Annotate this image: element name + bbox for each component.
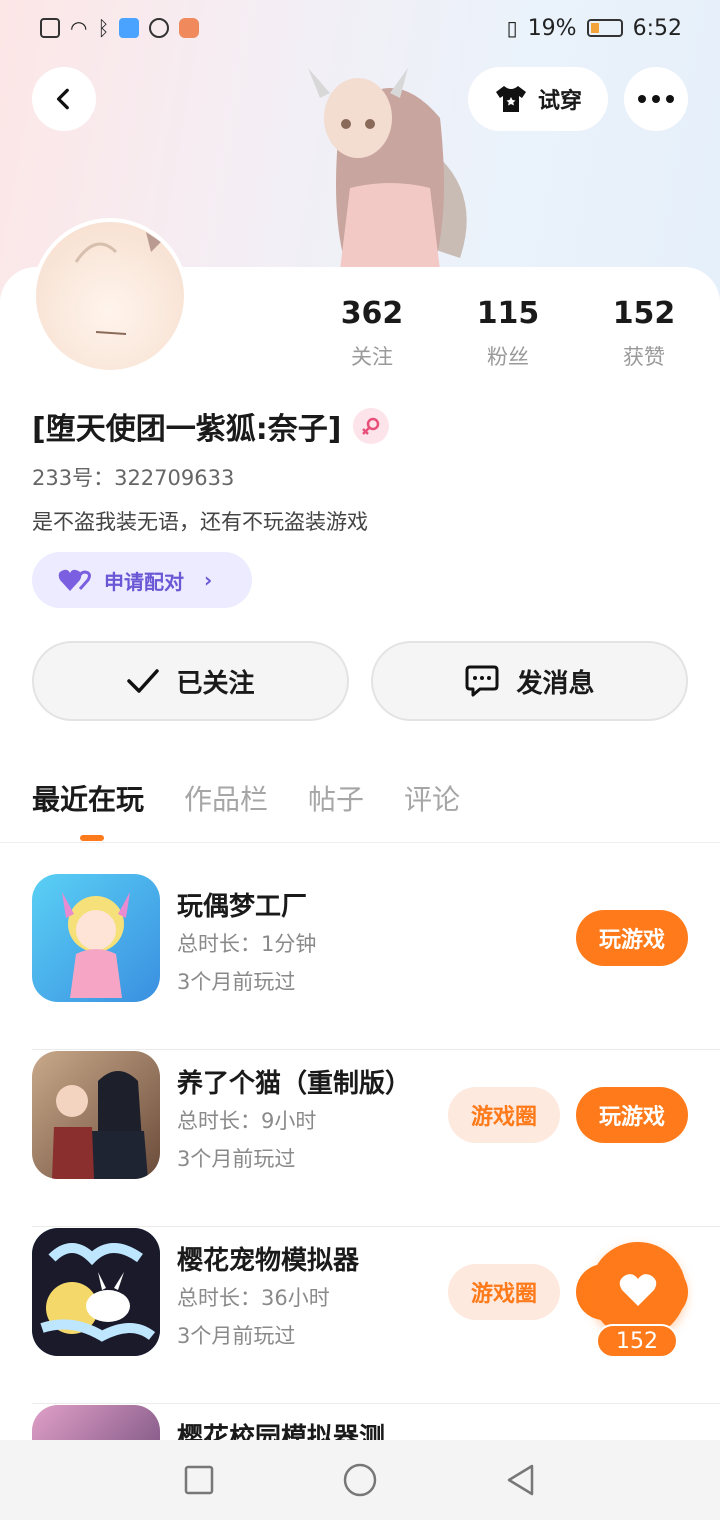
list-item[interactable]: 玩偶梦工厂 总时长：1分钟 3个月前玩过 玩游戏 xyxy=(32,874,720,1050)
status-bar: ◠ ᛒ ▯ 19% 6:52 xyxy=(0,0,720,56)
recent-apps-icon[interactable] xyxy=(183,1464,215,1496)
apply-pair-label: 申请配对 xyxy=(104,569,184,594)
game-last-played: 3个月前玩过 xyxy=(177,970,296,994)
home-icon[interactable] xyxy=(342,1462,378,1498)
game-icon xyxy=(32,874,160,1002)
alert-icon xyxy=(40,18,60,38)
heart-icon xyxy=(619,1274,657,1306)
user-id: 233号：322709633 xyxy=(32,466,235,490)
stat-label: 关注 xyxy=(351,345,393,369)
avatar[interactable] xyxy=(32,218,188,374)
divider xyxy=(32,1049,720,1050)
check-icon xyxy=(127,669,160,693)
user-bio: 是不盗我装无语，还有不玩盗装游戏 xyxy=(32,510,368,534)
game-circle-button[interactable]: 游戏圈 xyxy=(448,1264,560,1320)
app-icon xyxy=(149,18,170,38)
vibrate-icon: ▯ xyxy=(506,16,518,40)
back-button[interactable] xyxy=(32,67,96,131)
game-duration: 总时长：1分钟 xyxy=(177,932,317,956)
tab-comments[interactable]: 评论 xyxy=(404,778,460,818)
stat-value: 362 xyxy=(340,296,404,331)
more-icon xyxy=(638,95,646,103)
wifi-icon: ◠ xyxy=(70,16,88,40)
game-title: 养了个猫（重制版） xyxy=(177,1069,412,1099)
divider xyxy=(32,1403,720,1404)
game-title: 樱花宠物模拟器 xyxy=(177,1246,360,1276)
status-right: ▯ 19% 6:52 xyxy=(507,16,682,41)
tab-works[interactable]: 作品栏 xyxy=(184,778,268,818)
tab-posts[interactable]: 帖子 xyxy=(308,778,364,818)
game-last-played: 3个月前玩过 xyxy=(177,1147,296,1171)
active-tab-indicator xyxy=(80,835,104,841)
list-item[interactable]: 樱花校园模拟器测... xyxy=(32,1405,720,1440)
more-icon-dot xyxy=(666,95,674,103)
stat-value: 115 xyxy=(476,296,540,331)
send-message-button[interactable]: 发消息 xyxy=(371,641,688,721)
chevron-right-icon: › xyxy=(204,568,213,592)
female-icon xyxy=(353,408,390,444)
game-icon xyxy=(32,1228,160,1356)
send-message-label: 发消息 xyxy=(516,668,595,699)
bluetooth-icon: ᛒ xyxy=(97,16,110,40)
stat-label: 粉丝 xyxy=(487,345,529,369)
apply-pair-button[interactable]: 申请配对 › xyxy=(32,552,252,608)
avatar-image xyxy=(74,232,161,335)
stat-label: 获赞 xyxy=(623,345,665,369)
list-item[interactable]: 养了个猫（重制版） 总时长：9小时 3个月前玩过 游戏圈 玩游戏 xyxy=(32,1051,720,1227)
shirt-icon xyxy=(495,86,526,112)
divider xyxy=(32,1226,720,1227)
back-triangle-icon[interactable] xyxy=(505,1463,537,1497)
game-app-icon xyxy=(179,18,200,38)
chevron-left-icon xyxy=(56,88,69,110)
game-title: 玩偶梦工厂 xyxy=(177,892,308,922)
avatar-character-figure xyxy=(308,68,467,270)
battery-percent: 19% xyxy=(527,15,577,41)
game-duration: 总时长：36小时 xyxy=(177,1286,330,1310)
more-icon-dot xyxy=(652,95,660,103)
like-count: 152 xyxy=(596,1324,678,1358)
chat-bubble-icon xyxy=(465,665,499,697)
game-title: 樱花校园模拟器测... xyxy=(177,1423,415,1440)
play-game-button[interactable]: 玩游戏 xyxy=(576,1087,688,1143)
stat-following[interactable]: 362 关注 xyxy=(312,296,432,371)
stat-fans[interactable]: 115 粉丝 xyxy=(448,296,568,371)
status-left: ◠ ᛒ xyxy=(40,16,200,40)
tab-recently-played[interactable]: 最近在玩 xyxy=(32,778,144,818)
battery-icon xyxy=(586,19,623,37)
tab-divider xyxy=(0,842,720,843)
followed-button[interactable]: 已关注 xyxy=(32,641,349,721)
shield-app-icon xyxy=(119,18,140,38)
profile-tabs: 最近在玩 作品栏 帖子 评论 xyxy=(32,778,460,818)
try-on-label: 试穿 xyxy=(537,89,582,114)
stat-likes[interactable]: 152 获赞 xyxy=(584,296,704,371)
game-icon xyxy=(32,1405,160,1440)
profile-name-row: [堕天使团一紫狐:奈子] xyxy=(32,404,390,448)
double-heart-icon xyxy=(58,569,91,591)
system-navigation-bar xyxy=(0,1440,720,1520)
clock: 6:52 xyxy=(632,15,682,41)
play-game-button[interactable]: 玩游戏 xyxy=(576,910,688,966)
followed-label: 已关注 xyxy=(176,668,255,699)
game-last-played: 3个月前玩过 xyxy=(177,1324,296,1348)
game-circle-button[interactable]: 游戏圈 xyxy=(448,1087,560,1143)
profile-name: [堕天使团一紫狐:奈子] xyxy=(32,412,342,447)
stat-value: 152 xyxy=(612,296,676,331)
more-button[interactable] xyxy=(624,67,688,131)
game-icon xyxy=(32,1051,160,1179)
game-duration: 总时长：9小时 xyxy=(177,1109,317,1133)
